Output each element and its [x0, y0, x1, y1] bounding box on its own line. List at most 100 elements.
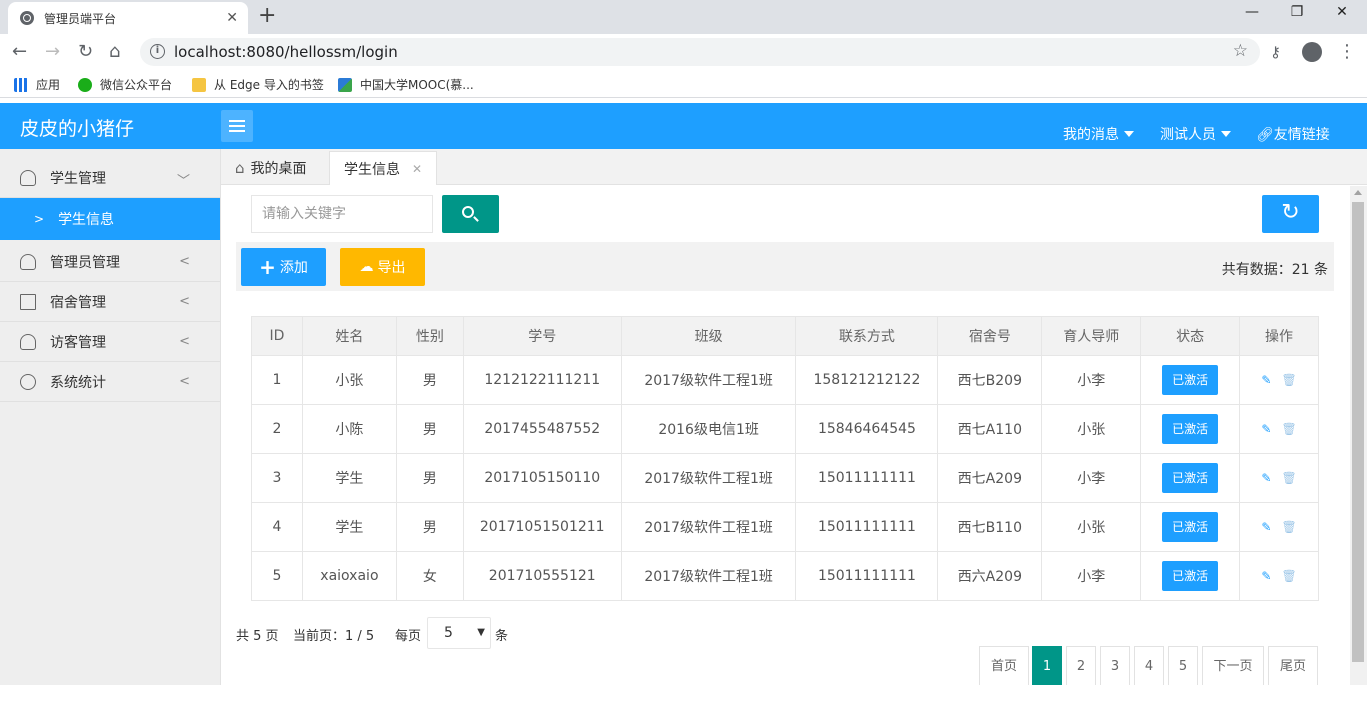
scroll-up-icon[interactable] — [1354, 190, 1362, 195]
pager-next[interactable]: 下一页 — [1202, 646, 1264, 686]
sidebar-item-dorm-management[interactable]: 宿舍管理 < — [0, 282, 220, 322]
profile-icon[interactable] — [1302, 42, 1322, 62]
vertical-scrollbar[interactable] — [1350, 186, 1367, 685]
status-badge[interactable]: 已激活 — [1162, 561, 1219, 591]
table-cell: 西六A209 — [937, 551, 1043, 601]
table-cell: 15011111111 — [795, 453, 939, 503]
bookmark-apps[interactable]: 应用 — [14, 76, 60, 93]
link-icon: 🔗︎ — [1256, 127, 1274, 143]
nav-user-label: 测试人员 — [1160, 127, 1216, 143]
edit-icon[interactable]: ✎ — [1261, 422, 1271, 436]
sidebar-item-label: 学生管理 — [50, 170, 106, 187]
edit-icon[interactable]: ✎ — [1261, 471, 1271, 485]
delete-icon[interactable]: 🗑︎ — [1281, 520, 1296, 534]
user-icon — [20, 169, 36, 186]
nav-links[interactable]: 🔗︎友情链接 — [1256, 124, 1330, 144]
tab-student-info-label: 学生信息 — [344, 161, 400, 178]
browser-tab-strip: 管理员端平台 ✕ + — ❐ ✕ — [0, 0, 1367, 34]
sidebar-item-student-info[interactable]: > 学生信息 — [0, 198, 220, 240]
minimize-icon[interactable]: — — [1232, 4, 1272, 20]
search-icon — [462, 206, 474, 218]
operations-cell: ✎ 🗑︎ — [1239, 453, 1319, 503]
table-row: 3 学生男 2017105150110 2017级软件工程1班 15011111111 西… — [251, 453, 1319, 503]
pager-page-2[interactable]: 2 — [1066, 646, 1096, 686]
chevron-left-icon: < — [179, 374, 190, 389]
per-page-unit: 条 — [495, 629, 509, 644]
pager-page-1[interactable]: 1 — [1032, 646, 1062, 686]
search-button[interactable] — [442, 195, 499, 233]
column-header: 性别 — [395, 316, 464, 356]
bookmark-star-icon[interactable]: ☆ — [1233, 41, 1248, 61]
table-cell: 2017级软件工程1班 — [620, 551, 797, 601]
scrollbar-thumb[interactable] — [1352, 202, 1364, 662]
page-tabs: ⌂ 我的桌面 学生信息 ✕ — [221, 149, 1367, 185]
tab-home[interactable]: ⌂ 我的桌面 — [221, 151, 321, 185]
nav-messages[interactable]: 我的消息 — [1063, 124, 1134, 144]
table-cell: 5 — [251, 551, 303, 601]
bookmark-edge-folder[interactable]: 从 Edge 导入的书签 — [192, 76, 324, 93]
action-bar: + 添加 ☁ 导出 共有数据：21 条 — [236, 242, 1334, 291]
chevron-left-icon: < — [179, 334, 190, 349]
add-button[interactable]: + 添加 — [241, 248, 326, 286]
table-cell: 2017级软件工程1班 — [620, 453, 797, 503]
edit-icon[interactable]: ✎ — [1261, 569, 1271, 583]
table-cell: 2017455487552 — [462, 404, 622, 454]
column-header: 宿舍号 — [937, 316, 1043, 356]
window-close-icon[interactable]: ✕ — [1322, 4, 1362, 20]
site-info-icon[interactable]: i — [150, 44, 165, 59]
table-row: 4 学生男 20171051501211 2017级软件工程1班 15011111111… — [251, 502, 1319, 552]
table-cell: 15846464545 — [795, 404, 939, 454]
tab-student-info[interactable]: 学生信息 ✕ — [329, 151, 438, 185]
per-page-select[interactable]: 5 ▼ — [427, 617, 491, 649]
more-menu-icon[interactable]: ⋮ — [1338, 42, 1356, 62]
delete-icon[interactable]: 🗑︎ — [1281, 471, 1296, 485]
home-icon[interactable]: ⌂ — [109, 42, 120, 62]
chevron-right-icon: > — [34, 212, 45, 226]
export-button[interactable]: ☁ 导出 — [340, 248, 425, 286]
bookmark-mooc[interactable]: 中国大学MOOC(慕... — [338, 76, 474, 93]
status-badge[interactable]: 已激活 — [1162, 365, 1219, 395]
forward-icon[interactable]: → — [45, 42, 60, 62]
refresh-button[interactable]: ↻ — [1262, 195, 1319, 233]
restore-icon[interactable]: ❐ — [1277, 4, 1317, 20]
column-header: 学号 — [462, 316, 622, 356]
delete-icon[interactable]: 🗑︎ — [1281, 422, 1296, 436]
dropdown-arrow-icon: ▼ — [477, 627, 485, 638]
new-tab-button[interactable]: + — [258, 4, 276, 28]
sidebar-item-student-management[interactable]: 学生管理 ﹀ — [0, 158, 220, 198]
table-cell: 小李 — [1041, 551, 1142, 601]
reload-icon[interactable]: ↻ — [78, 42, 93, 62]
close-tab-icon[interactable]: ✕ — [226, 10, 238, 26]
delete-icon[interactable]: 🗑︎ — [1281, 569, 1296, 583]
sidebar-item-statistics[interactable]: 系统统计 < — [0, 362, 220, 402]
address-bar[interactable]: i localhost:8080/hellossm/login ☆ — [140, 38, 1260, 66]
delete-icon[interactable]: 🗑︎ — [1281, 373, 1296, 387]
key-icon[interactable]: ⚷ — [1270, 42, 1281, 62]
bookmark-wechat[interactable]: 微信公众平台 — [78, 76, 172, 93]
pager-last[interactable]: 尾页 — [1268, 646, 1318, 686]
pager-page-4[interactable]: 4 — [1134, 646, 1164, 686]
status-badge[interactable]: 已激活 — [1162, 512, 1219, 542]
table-cell: 学生 — [301, 502, 397, 552]
visitor-icon — [20, 333, 36, 350]
pager-page-3[interactable]: 3 — [1100, 646, 1130, 686]
edit-icon[interactable]: ✎ — [1261, 520, 1271, 534]
sidebar-item-admin-management[interactable]: 管理员管理 < — [0, 242, 220, 282]
table-cell: 男 — [395, 404, 464, 454]
table-cell: 1 — [251, 355, 303, 405]
nav-user[interactable]: 测试人员 — [1160, 124, 1231, 144]
chevron-down-icon: ﹀ — [176, 174, 190, 189]
back-icon[interactable]: ← — [12, 42, 27, 62]
status-badge[interactable]: 已激活 — [1162, 463, 1219, 493]
pager-page-5[interactable]: 5 — [1168, 646, 1198, 686]
operations-cell: ✎ 🗑︎ — [1239, 502, 1319, 552]
close-icon[interactable]: ✕ — [412, 162, 422, 176]
search-input[interactable] — [251, 195, 433, 233]
pager-first[interactable]: 首页 — [979, 646, 1029, 686]
edit-icon[interactable]: ✎ — [1261, 373, 1271, 387]
sidebar-item-visitor-management[interactable]: 访客管理 < — [0, 322, 220, 362]
student-table: ID 姓名 性别 学号 班级 联系方式 宿舍号 育人导师 状态 操作 1 小张男 1… — [251, 316, 1319, 601]
browser-tab[interactable]: 管理员端平台 ✕ — [8, 2, 248, 34]
menu-toggle-button[interactable] — [221, 110, 253, 142]
status-badge[interactable]: 已激活 — [1162, 414, 1219, 444]
